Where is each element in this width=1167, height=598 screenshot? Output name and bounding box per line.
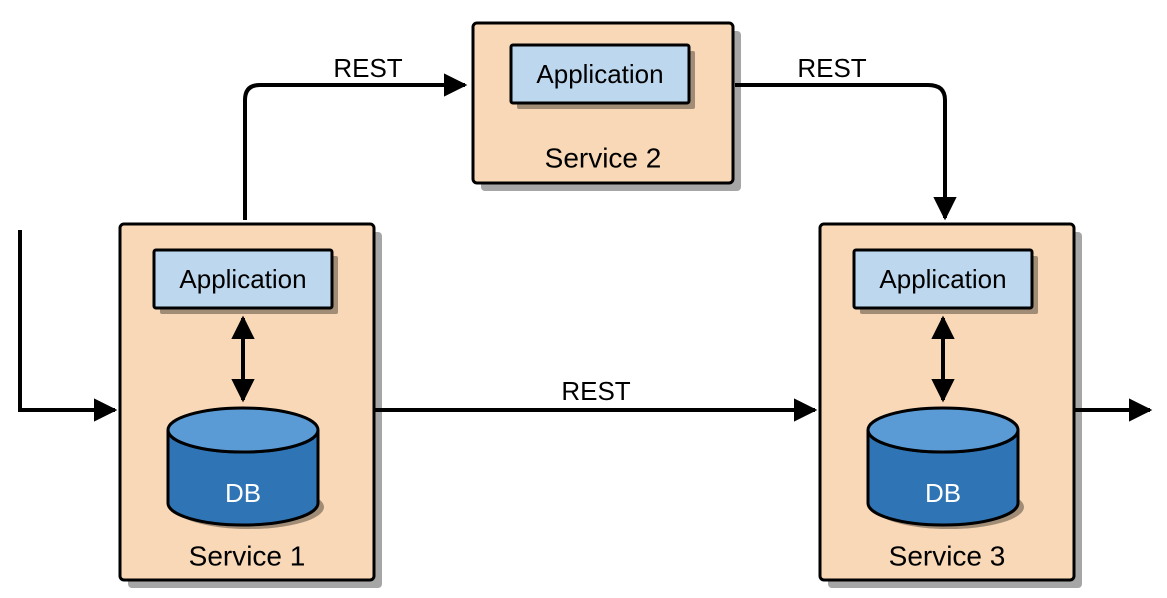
arrow-s1-s2 <box>245 85 465 220</box>
arrow-s2-s3 <box>735 85 945 218</box>
service3-app-label: Application <box>879 264 1006 294</box>
service-2: Application Service 2 <box>473 23 741 191</box>
service3-title: Service 3 <box>889 540 1006 571</box>
edge-label-s2-s3: REST <box>797 53 866 83</box>
service2-app-label: Application <box>536 59 663 89</box>
arrow-in-service1 <box>20 230 115 410</box>
edge-label-s1-s3: REST <box>561 376 630 406</box>
service1-app-label: Application <box>179 264 306 294</box>
architecture-diagram: REST REST REST Application Service 2 App… <box>0 0 1167 598</box>
service1-db-label: DB <box>225 478 261 508</box>
service1-db: DB <box>168 408 324 529</box>
edge-label-s1-s2: REST <box>333 53 402 83</box>
service3-db-label: DB <box>925 478 961 508</box>
service-3: Application DB Service 3 <box>820 224 1082 588</box>
service2-title: Service 2 <box>545 142 662 173</box>
service-1: Application DB Service 1 <box>120 224 382 588</box>
service3-db: DB <box>868 408 1024 529</box>
service1-title: Service 1 <box>189 540 306 571</box>
